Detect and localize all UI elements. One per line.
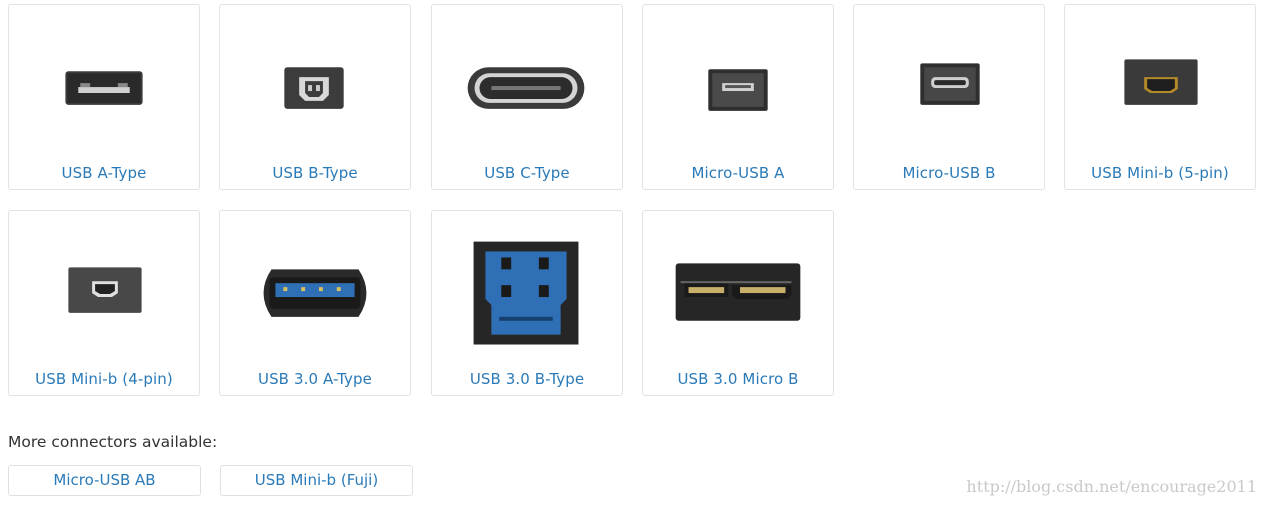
- usb3-b-connector-icon: [473, 241, 579, 345]
- connector-card-usb-mini-b-5pin[interactable]: USB Mini-b (5-pin): [1064, 4, 1256, 190]
- connector-card-micro-usb-a[interactable]: Micro-USB A: [642, 4, 834, 190]
- connector-card-usb3-b[interactable]: USB 3.0 B-Type: [431, 210, 623, 396]
- connector-label: USB 3.0 A-Type: [257, 370, 372, 388]
- usb-c-connector-icon: [467, 67, 585, 109]
- connector-label: USB B-Type: [272, 164, 358, 182]
- micro-usb-b-connector-icon: [920, 63, 980, 105]
- connector-card-micro-usb-b[interactable]: Micro-USB B: [853, 4, 1045, 190]
- usb3-micro-b-connector-icon: [675, 263, 801, 321]
- connector-card-usb-c[interactable]: USB C-Type: [431, 4, 623, 190]
- connector-label: USB Mini-b (4-pin): [35, 370, 173, 388]
- connector-label: USB Mini-b (5-pin): [1091, 164, 1229, 182]
- connector-label: USB C-Type: [484, 164, 570, 182]
- usb-b-connector-icon: [284, 67, 344, 109]
- micro-usb-a-connector-icon: [708, 69, 768, 111]
- connector-label: Micro-USB A: [691, 164, 785, 182]
- connector-label: USB 3.0 Micro B: [677, 370, 799, 388]
- connector-label: Micro-USB B: [902, 164, 996, 182]
- connector-label: USB 3.0 B-Type: [469, 370, 585, 388]
- connector-card-usb3-a[interactable]: USB 3.0 A-Type: [219, 210, 411, 396]
- usb3-a-connector-icon: [263, 269, 367, 317]
- usb-mini-b-5pin-connector-icon: [1124, 59, 1198, 105]
- usb-mini-b-4pin-connector-icon: [68, 267, 142, 313]
- more-connector-usb-mini-b-fuji[interactable]: USB Mini-b (Fuji): [220, 465, 413, 496]
- connector-card-usb-b[interactable]: USB B-Type: [219, 4, 411, 190]
- more-connectors-heading: More connectors available:: [8, 433, 218, 451]
- connector-label: USB A-Type: [61, 164, 147, 182]
- connector-card-usb-mini-b-4pin[interactable]: USB Mini-b (4-pin): [8, 210, 200, 396]
- connector-card-usb3-micro-b[interactable]: USB 3.0 Micro B: [642, 210, 834, 396]
- watermark: http://blog.csdn.net/encourage2011: [966, 477, 1257, 496]
- usb-a-connector-icon: [65, 71, 143, 105]
- more-connector-micro-usb-ab[interactable]: Micro-USB AB: [8, 465, 201, 496]
- connector-card-usb-a[interactable]: USB A-Type: [8, 4, 200, 190]
